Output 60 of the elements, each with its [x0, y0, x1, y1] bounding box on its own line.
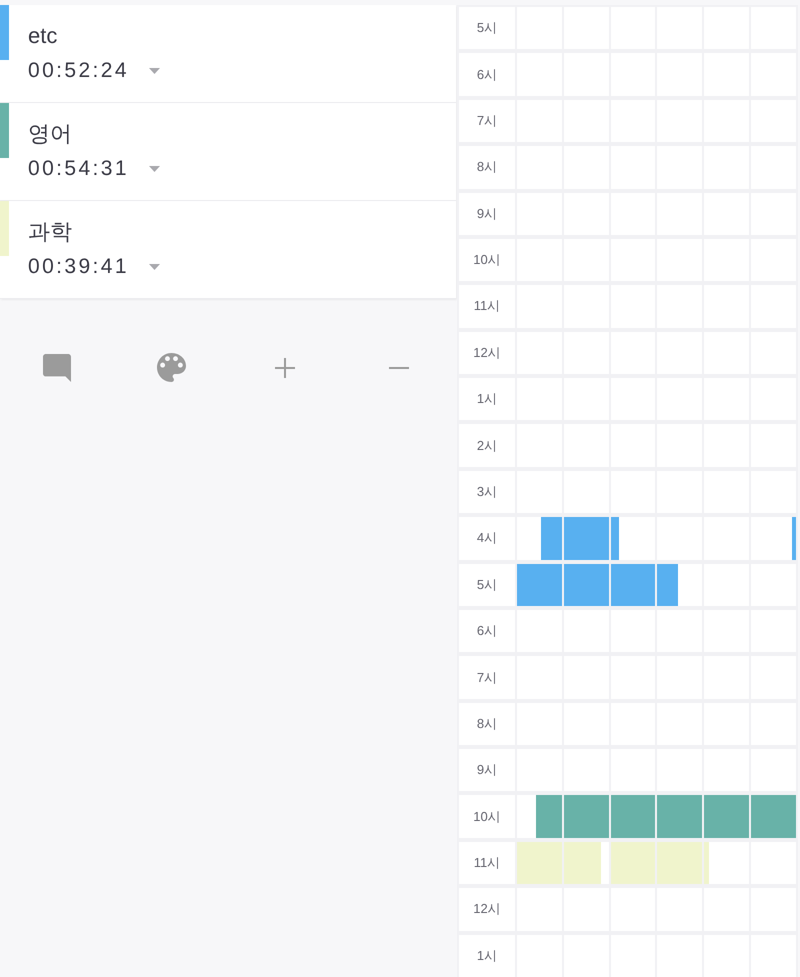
speech-bubble-icon	[43, 354, 71, 382]
hour-label: 12시	[459, 888, 515, 931]
time-slot[interactable]	[610, 842, 656, 884]
hour-label: 1시	[459, 934, 515, 977]
hour-label: 8시	[459, 146, 515, 189]
hour-label: 6시	[459, 610, 515, 652]
time-slot[interactable]	[610, 517, 656, 560]
hour-label: 8시	[459, 702, 515, 746]
hour-label: 2시	[459, 424, 515, 467]
hour-label: 7시	[459, 656, 515, 699]
time-slot[interactable]	[751, 517, 796, 560]
hour-label: 10시	[459, 795, 515, 838]
subject-card[interactable]: 과학 00:39:41	[0, 201, 456, 299]
time-slot[interactable]	[517, 795, 562, 838]
hour-label: 9시	[459, 192, 515, 235]
hour-label: 4시	[459, 517, 515, 560]
study-time: 00:39:41	[28, 254, 129, 280]
time-slot[interactable]	[564, 842, 609, 884]
hour-label: 11시	[459, 842, 515, 884]
hour-label: 1시	[459, 378, 515, 420]
caret-icon[interactable]	[148, 264, 160, 270]
hour-label: 6시	[459, 53, 515, 96]
hour-label: 9시	[459, 749, 515, 792]
subject-card[interactable]: 영어 00:54:31	[0, 103, 456, 201]
caret-icon[interactable]	[148, 166, 160, 172]
subject-name: 과학	[28, 218, 72, 246]
time-slot[interactable]	[517, 842, 562, 884]
time-slot[interactable]	[657, 564, 702, 606]
time-slot[interactable]	[517, 517, 562, 560]
time-slot[interactable]	[751, 795, 796, 838]
hour-label: 7시	[459, 100, 515, 142]
time-slot[interactable]	[564, 795, 609, 838]
hour-label: 11시	[459, 285, 515, 328]
hour-label: 12시	[459, 332, 515, 374]
palette-icon	[156, 353, 186, 382]
plus-icon	[275, 358, 295, 378]
time-slot[interactable]	[610, 795, 656, 838]
caret-icon[interactable]	[148, 68, 160, 74]
time-slot[interactable]	[657, 795, 702, 838]
time-slot[interactable]	[704, 842, 750, 884]
minus-icon	[389, 366, 409, 368]
time-slot[interactable]	[610, 564, 656, 606]
study-time: 00:52:24	[28, 58, 129, 84]
subject-name: 영어	[28, 120, 72, 148]
time-slot[interactable]	[517, 564, 562, 606]
time-slot[interactable]	[564, 564, 609, 606]
subject-name: etc	[28, 22, 58, 50]
hour-label: 5시	[459, 564, 515, 606]
hour-label: 3시	[459, 470, 515, 514]
study-time: 00:54:31	[28, 156, 129, 182]
add-button[interactable]	[273, 356, 297, 380]
subject-card[interactable]: etc 00:52:24	[0, 5, 456, 103]
time-slot[interactable]	[704, 795, 750, 838]
time-slot[interactable]	[657, 842, 702, 884]
comment-button[interactable]	[41, 352, 73, 384]
palette-button[interactable]	[154, 351, 188, 384]
time-slot[interactable]	[564, 517, 609, 560]
hour-label: 5시	[459, 7, 515, 50]
remove-button[interactable]	[387, 364, 411, 370]
hour-label: 10시	[459, 238, 515, 282]
